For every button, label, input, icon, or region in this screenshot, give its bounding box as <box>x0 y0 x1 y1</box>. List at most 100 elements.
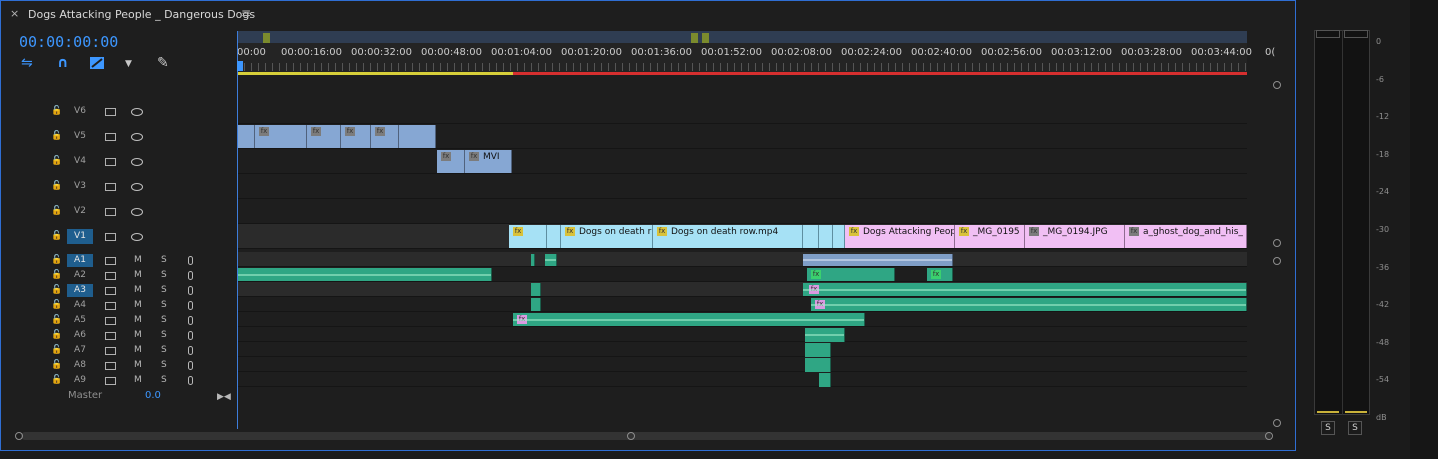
eye-icon[interactable] <box>131 233 143 241</box>
sync-lock-icon[interactable] <box>105 362 116 370</box>
image-clip-ghost-dog[interactable]: fx a_ghost_dog_and_his_ <box>1125 225 1247 248</box>
solo-button[interactable]: S <box>161 300 167 310</box>
video-clip[interactable]: fx <box>437 150 465 173</box>
microphone-icon[interactable] <box>188 316 193 325</box>
scroll-zoom-handle-right[interactable] <box>1265 432 1273 440</box>
sequence-tab-title[interactable]: Dogs Attacking People _ Dangerous Dogs <box>28 8 255 21</box>
lock-icon[interactable]: 🔓 <box>51 131 62 141</box>
eye-icon[interactable] <box>131 108 143 116</box>
lock-icon[interactable]: 🔓 <box>51 375 62 385</box>
track-target-toggle[interactable]: V1 <box>67 229 93 244</box>
audio-clip[interactable]: fx <box>807 268 895 281</box>
add-marker-icon[interactable]: ▼ <box>125 59 143 77</box>
sequence-marker[interactable] <box>702 33 709 43</box>
track-target-toggle[interactable]: V5 <box>67 129 93 144</box>
mute-button[interactable]: M <box>134 375 142 385</box>
audio-clip[interactable] <box>531 298 541 311</box>
track-lane-v6[interactable] <box>237 99 1247 124</box>
solo-button[interactable]: S <box>161 315 167 325</box>
video-zoom-handle-bottom[interactable] <box>1273 239 1281 247</box>
video-track-header-v4[interactable]: 🔓 V4 <box>1 149 237 174</box>
solo-button[interactable]: S <box>161 360 167 370</box>
audio-track-header-a1[interactable]: 🔓 A1 M S <box>1 254 237 269</box>
track-target-toggle[interactable]: V2 <box>67 204 93 219</box>
track-target-toggle[interactable]: A5 <box>67 314 93 327</box>
track-lane-a8[interactable] <box>237 357 1247 372</box>
audio-clip[interactable] <box>805 328 845 342</box>
microphone-icon[interactable] <box>188 286 193 295</box>
solo-button[interactable]: S <box>161 270 167 280</box>
video-clip[interactable] <box>803 225 819 248</box>
audio-track-header-a6[interactable]: 🔓 A6 M S <box>1 329 237 344</box>
track-lane-v4[interactable] <box>237 149 1247 174</box>
solo-left-button[interactable]: S <box>1321 421 1335 435</box>
linked-selection-icon[interactable]: ∩ <box>57 55 75 73</box>
master-toggle-icon[interactable]: ▶◀ <box>217 392 231 402</box>
video-clip[interactable] <box>819 225 833 248</box>
track-target-toggle[interactable]: A1 <box>67 254 93 267</box>
sync-lock-icon[interactable] <box>105 272 116 280</box>
video-clip[interactable]: fx <box>341 125 371 148</box>
microphone-icon[interactable] <box>188 331 193 340</box>
audio-track-header-a7[interactable]: 🔓 A7 M S <box>1 344 237 359</box>
sync-lock-icon[interactable] <box>105 332 116 340</box>
lock-icon[interactable]: 🔓 <box>51 255 62 265</box>
video-clip-death-row[interactable]: fx Dogs on death r <box>561 225 653 248</box>
video-clip[interactable]: fx <box>255 125 307 148</box>
track-target-toggle[interactable]: A6 <box>67 329 93 342</box>
audio-clip[interactable] <box>805 343 831 357</box>
lock-icon[interactable]: 🔓 <box>51 181 62 191</box>
eye-icon[interactable] <box>131 183 143 191</box>
audio-track-header-a4[interactable]: 🔓 A4 M S <box>1 299 237 314</box>
audio-clip[interactable]: fx <box>803 283 1247 296</box>
audio-zoom-handle-top[interactable] <box>1273 257 1281 265</box>
eye-icon[interactable] <box>131 208 143 216</box>
solo-button[interactable]: S <box>161 255 167 265</box>
audio-clip[interactable]: fx <box>927 268 953 281</box>
track-lane-v2[interactable] <box>237 199 1247 224</box>
vertical-scroll-controls[interactable] <box>1273 81 1283 431</box>
master-volume-value[interactable]: 0.0 <box>145 390 161 401</box>
audio-track-header-a9[interactable]: 🔓 A9 M S <box>1 374 237 389</box>
zoom-navigator-bar[interactable] <box>237 31 1247 43</box>
audio-clip[interactable] <box>531 283 541 296</box>
track-lane-v3[interactable] <box>237 174 1247 199</box>
track-target-toggle[interactable]: V4 <box>67 154 93 169</box>
video-clip[interactable] <box>547 225 561 248</box>
close-tab-icon[interactable]: × <box>10 7 19 20</box>
video-clip-mvi[interactable]: fx MVI <box>465 150 512 173</box>
video-clip-dogs-attacking[interactable]: fx Dogs Attacking Peop <box>845 225 955 248</box>
sequence-marker[interactable] <box>691 33 698 43</box>
audio-zoom-handle-bottom[interactable] <box>1273 419 1281 427</box>
sync-lock-icon[interactable] <box>105 287 116 295</box>
video-clip-death-row-mp4[interactable]: fx Dogs on death row.mp4 <box>653 225 803 248</box>
lock-icon[interactable]: 🔓 <box>51 285 62 295</box>
sync-lock-icon[interactable] <box>105 108 116 116</box>
peak-indicator-right[interactable] <box>1344 30 1368 38</box>
audio-clip[interactable] <box>803 254 953 266</box>
sync-lock-icon[interactable] <box>105 347 116 355</box>
lock-icon[interactable]: 🔓 <box>51 300 62 310</box>
track-lane-a7[interactable] <box>237 342 1247 357</box>
audio-clip-sequence[interactable] <box>237 268 492 281</box>
track-area[interactable]: fx fx fx fx fx fx MVI fx fx Dogs on death … <box>237 99 1247 429</box>
image-clip-mg0195[interactable]: fx _MG_0195 <box>955 225 1025 248</box>
insert-overwrite-icon[interactable] <box>89 55 107 73</box>
solo-button[interactable]: S <box>161 345 167 355</box>
track-lane-a1[interactable] <box>237 252 1247 267</box>
microphone-icon[interactable] <box>188 376 193 385</box>
sync-lock-icon[interactable] <box>105 158 116 166</box>
horizontal-scrollbar[interactable] <box>15 431 1273 441</box>
audio-track-header-a3[interactable]: 🔓 A3 M S <box>1 284 237 299</box>
scrollbar-track[interactable] <box>21 432 1271 440</box>
playhead-timecode[interactable]: 00:00:00:00 <box>19 33 118 51</box>
solo-button[interactable]: S <box>161 375 167 385</box>
image-clip-mg0194[interactable]: fx _MG_0194.JPG <box>1025 225 1125 248</box>
snap-in-sequence-icon[interactable]: ⇋ <box>21 55 39 73</box>
video-track-header-v5[interactable]: 🔓 V5 <box>1 124 237 149</box>
sync-lock-icon[interactable] <box>105 257 116 265</box>
video-clip[interactable] <box>833 225 845 248</box>
video-clip[interactable]: fx <box>307 125 341 148</box>
lock-icon[interactable]: 🔓 <box>51 360 62 370</box>
mute-button[interactable]: M <box>134 270 142 280</box>
